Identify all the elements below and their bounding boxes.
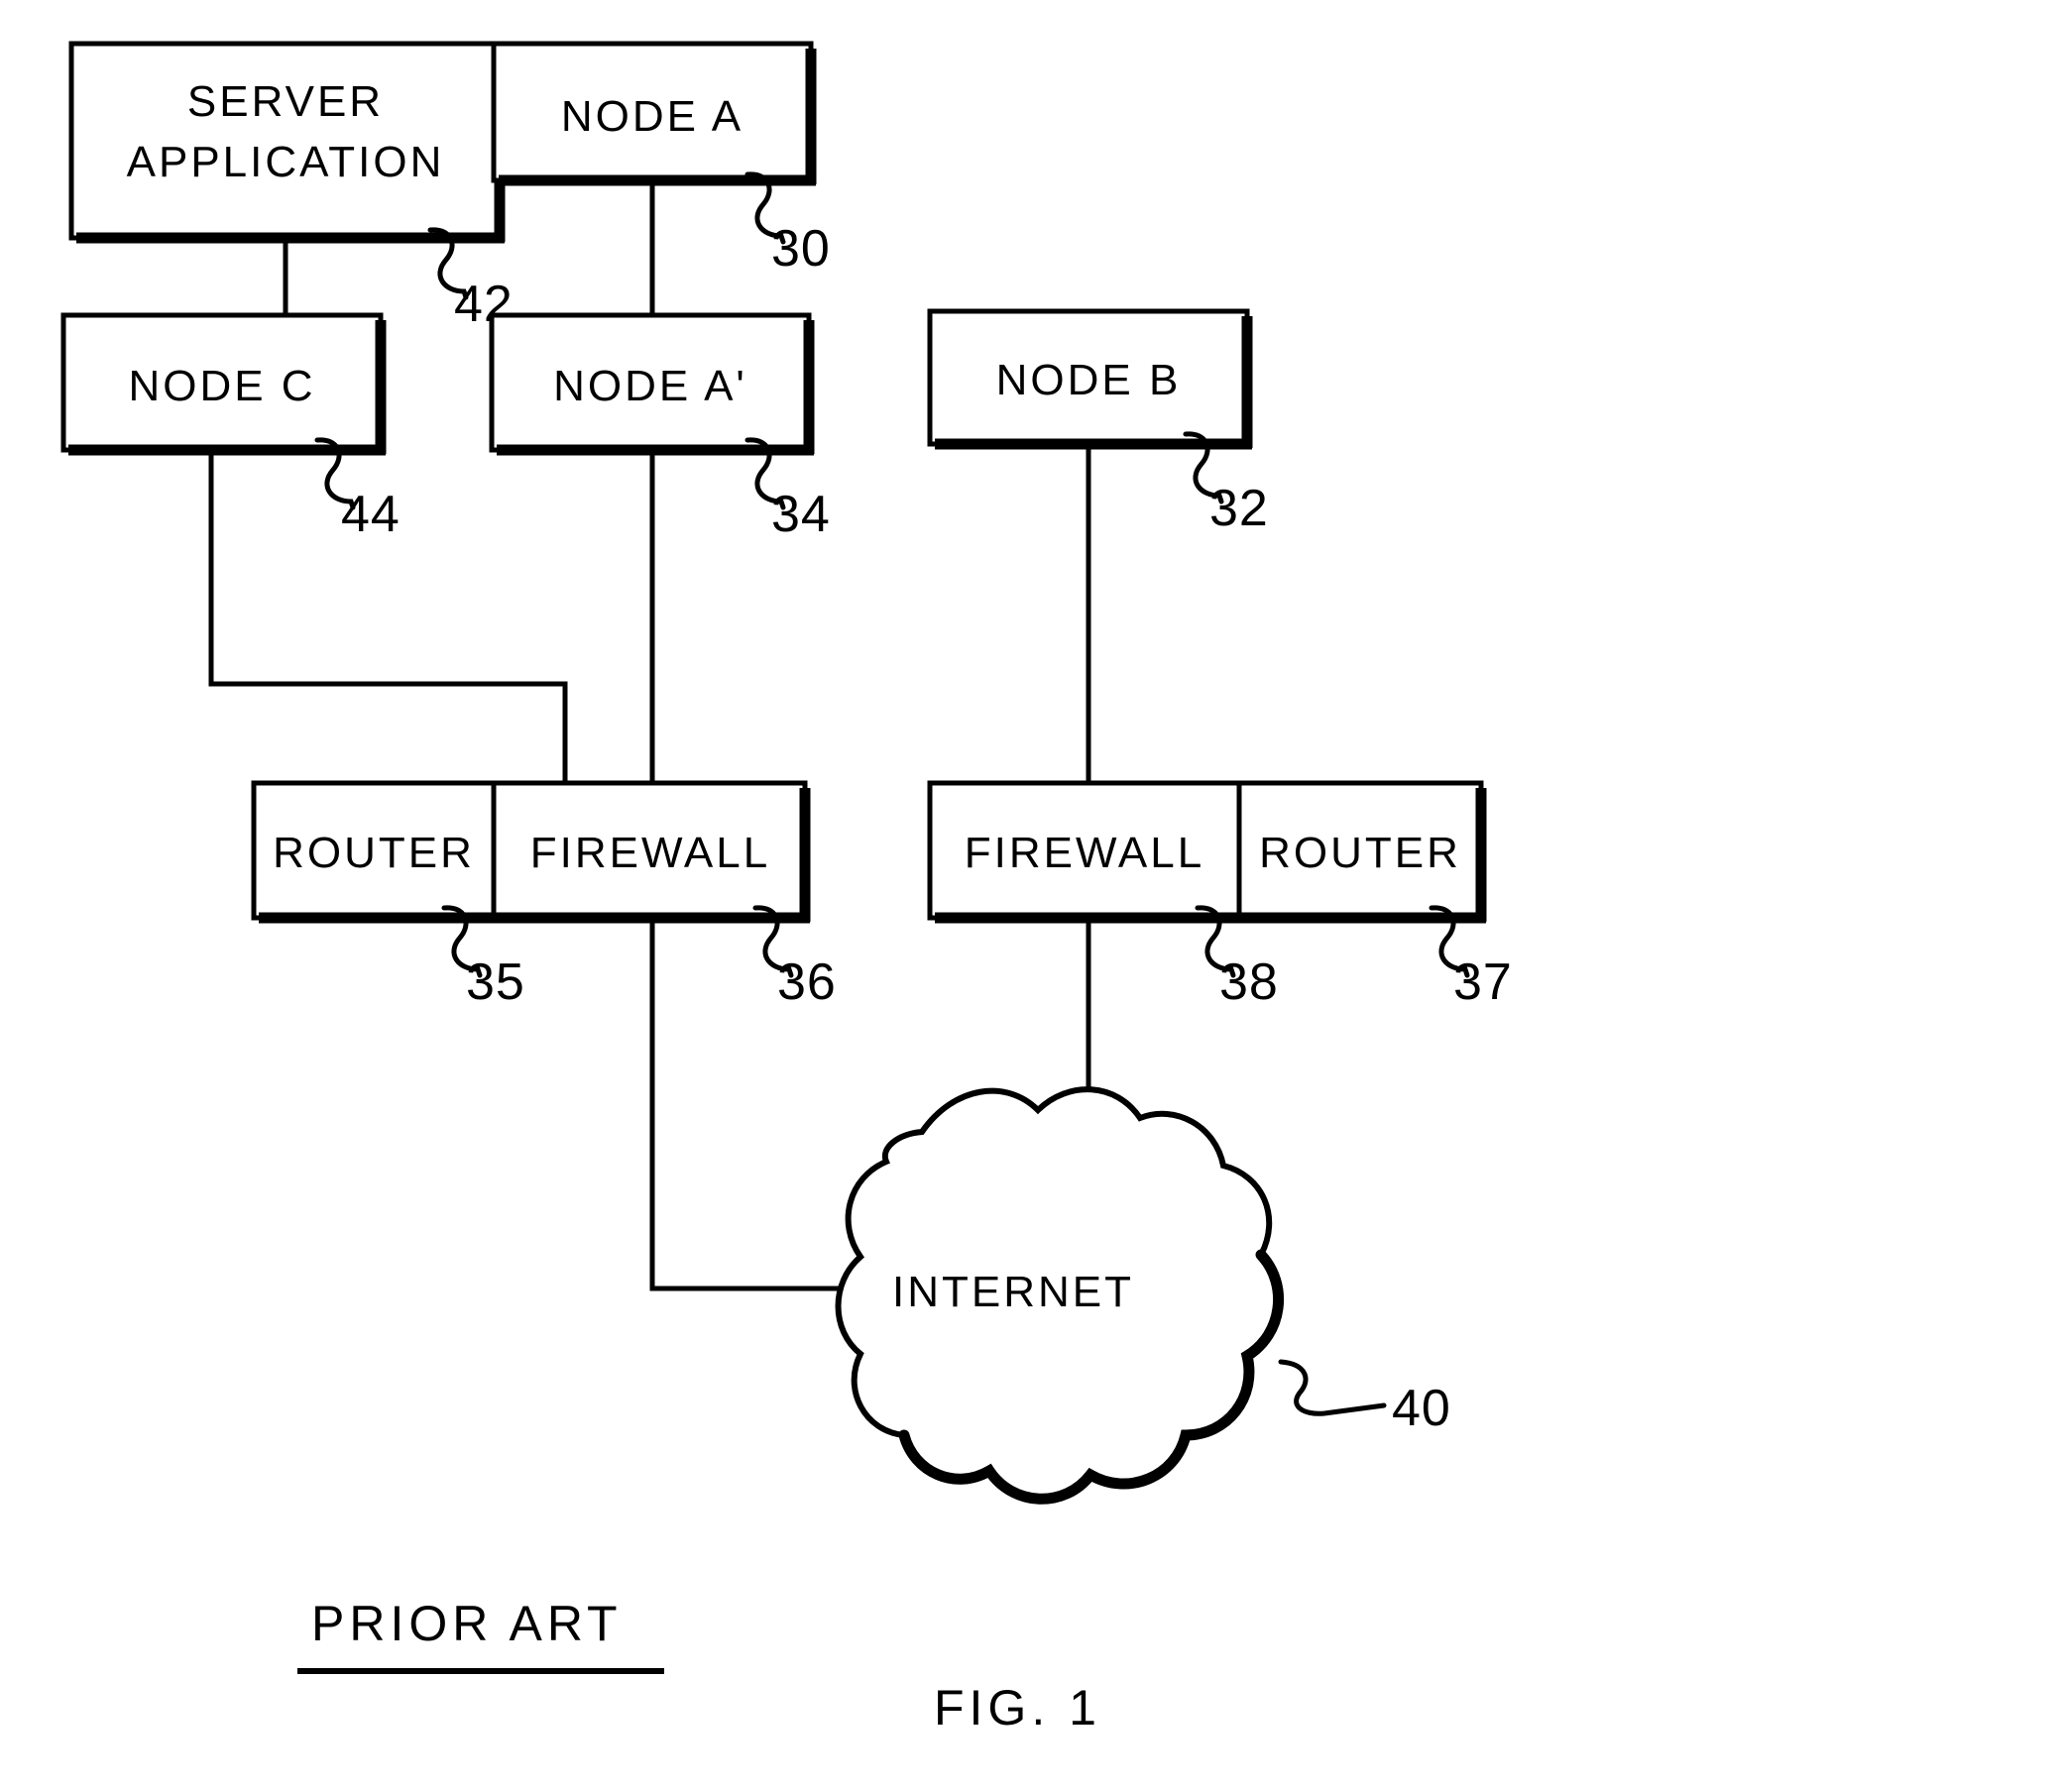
ref-number-34: 34	[771, 486, 831, 543]
ref-number-32: 32	[1209, 480, 1269, 537]
firewall-left-label: FIREWALL	[530, 829, 770, 877]
firewall-right-label: FIREWALL	[965, 829, 1204, 877]
ref-number-44: 44	[341, 486, 401, 543]
box-node-a: NODE A	[491, 41, 817, 186]
ref-number-37: 37	[1453, 953, 1513, 1011]
cloud-label: INTERNET	[892, 1268, 1134, 1316]
box-node-b: NODE B	[927, 308, 1253, 450]
router-right-label: ROUTER	[1259, 829, 1461, 877]
ref-number-40: 40	[1392, 1380, 1451, 1437]
ref-number-36: 36	[777, 953, 837, 1011]
patent-figure: INTERNET 40 SERVER APPLICATION 42 NODE A…	[0, 0, 2061, 1792]
box-node-c: NODE C	[60, 312, 387, 456]
node-b-label: NODE B	[996, 356, 1182, 404]
node-a-prime-label: NODE A'	[553, 362, 747, 410]
ref-number-30: 30	[771, 220, 831, 278]
box-node-a-prime: NODE A'	[489, 312, 815, 456]
node-a-label: NODE A	[561, 92, 744, 141]
figure-canvas: INTERNET 40 SERVER APPLICATION 42 NODE A…	[60, 41, 1513, 1736]
figure-caption: FIG. 1	[934, 1680, 1101, 1736]
leader-40	[1278, 1359, 1387, 1416]
node-c-label: NODE C	[128, 362, 315, 410]
server-application-label-line2: APPLICATION	[127, 138, 445, 186]
router-left-label: ROUTER	[273, 829, 475, 877]
box-group-router-firewall-left: ROUTER FIREWALL	[251, 780, 811, 924]
ref-number-38: 38	[1219, 953, 1279, 1011]
ref-number-35: 35	[466, 953, 525, 1011]
prior-art-label: PRIOR ART	[311, 1596, 623, 1651]
box-server-application: SERVER APPLICATION	[68, 41, 506, 244]
box-group-firewall-router-right: FIREWALL ROUTER	[927, 780, 1487, 924]
internet-cloud: INTERNET	[835, 1086, 1285, 1505]
server-application-label-line1: SERVER	[187, 77, 384, 126]
